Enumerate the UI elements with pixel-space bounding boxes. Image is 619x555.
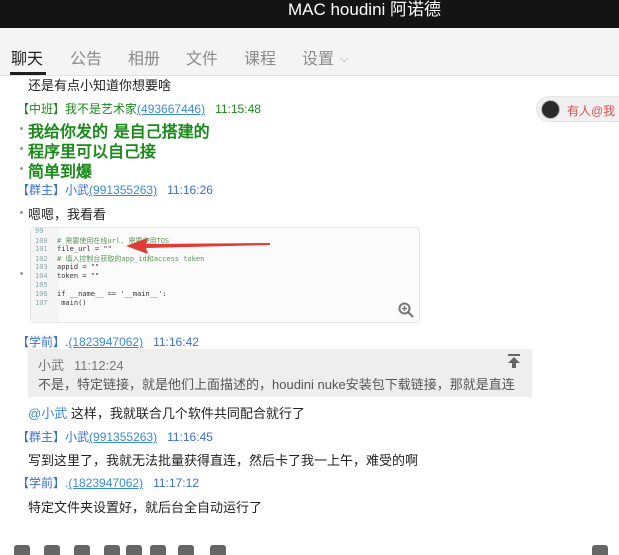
code-line: 99 — [35, 227, 44, 235]
active-tab-indicator — [10, 72, 46, 75]
more-icon[interactable] — [210, 545, 226, 555]
message-time: 11:15:48 — [215, 102, 261, 116]
title-bar: MAC houdini 阿诺德 — [0, 0, 619, 28]
message-text: 写到这里了，我就无法批量获得直连，然后卡了我一上午，难受的啊 — [28, 453, 419, 468]
bullet-icon — [20, 147, 23, 150]
tab-settings[interactable]: 设置 ⌵ — [302, 45, 348, 69]
code-line: 104 token = "" — [35, 272, 100, 280]
sender-id-link[interactable]: (1823947062) — [68, 476, 143, 490]
input-toolbar — [0, 540, 619, 555]
mention-label: 有人@我 — [567, 104, 616, 118]
message-header: 【群主】小武(991355263) 11:16:26 — [17, 181, 213, 198]
chevron-down-icon: ⌵ — [340, 53, 349, 65]
sender-id-link[interactable]: (1823947062) — [68, 335, 143, 349]
sender-name[interactable]: 小武 — [65, 430, 89, 444]
bullet-icon — [20, 127, 23, 130]
red-arrow-annotation — [126, 238, 270, 254]
sender-id-link[interactable]: (493667446) — [137, 102, 205, 116]
sender-id-link[interactable]: (991355263) — [89, 430, 157, 444]
image-icon[interactable] — [126, 545, 142, 555]
history-icon[interactable] — [592, 545, 608, 555]
scissors-icon[interactable] — [74, 545, 90, 555]
message-text: 嗯嗯，我看看 — [28, 207, 107, 222]
sender-role: 【学前】 — [17, 335, 66, 349]
message-text: 还是有点小知道你想要啥 — [28, 78, 172, 93]
quote-header: 小武 11:12:24 — [38, 355, 124, 374]
gift-icon[interactable] — [150, 545, 166, 555]
message-header: 【学前】.(1823947062) 11:17:12 — [17, 474, 199, 491]
mention-link[interactable]: @小武 — [28, 406, 67, 421]
sender-role: 【学前】 — [17, 476, 66, 490]
window-title: MAC houdini 阿诺德 — [287, 0, 442, 19]
avatar — [541, 100, 560, 119]
sender-role: 【中班】 — [17, 102, 66, 116]
code-line: 101 file_url = "" — [35, 245, 112, 253]
tab-chat[interactable]: 聊天 — [11, 45, 43, 69]
sender-name[interactable]: 我不是艺术家 — [65, 102, 137, 116]
message-text: @小武 这样，我就联合几个软件共同配合就行了 — [28, 406, 305, 421]
code-line: 106 if __name__ == '__main__': — [35, 290, 167, 298]
chart-icon[interactable] — [178, 545, 194, 555]
tab-bar: 聊天 公告 相册 文件 课程 设置 ⌵ — [0, 28, 619, 76]
scroll-to-top-icon[interactable] — [506, 353, 522, 369]
quote-time: 11:12:24 — [74, 358, 124, 373]
message-header: 【群主】小武(991355263) 11:16:45 — [17, 428, 213, 445]
bullet-icon — [20, 167, 23, 170]
chat-area[interactable]: 还是有点小知道你想要啥 有人@我 【中班】我不是艺术家(493667446) 11… — [0, 76, 619, 552]
quoted-message[interactable]: 小武 11:12:24 不是，特定链接，就是他们上面描述的，houdini nuk… — [28, 349, 532, 397]
code-line: 105 — [35, 281, 48, 289]
sender-id-link[interactable]: (991355263) — [89, 183, 157, 197]
message-time: 11:17:12 — [153, 476, 199, 490]
tab-album[interactable]: 相册 — [128, 45, 160, 69]
bullet-icon — [20, 211, 23, 214]
tab-courses[interactable]: 课程 — [244, 45, 276, 69]
zoom-in-icon[interactable] — [398, 302, 414, 318]
message-text: 特定文件夹设置好，就后台全自动运行了 — [28, 500, 263, 515]
tab-settings-label: 设置 — [302, 51, 335, 68]
quote-sender: 小武 — [38, 358, 65, 373]
code-line: 107 main() — [35, 299, 87, 307]
sender-name[interactable]: 小武 — [65, 183, 89, 197]
tab-files[interactable]: 文件 — [186, 45, 218, 69]
sender-role: 【群主】 — [17, 183, 66, 197]
message-header: 【中班】我不是艺术家(493667446) 11:15:48 — [17, 100, 261, 117]
gif-icon[interactable] — [44, 545, 60, 555]
folder-icon[interactable] — [104, 545, 120, 555]
message-time: 11:16:45 — [167, 430, 213, 444]
message-header: 【学前】.(1823947062) 11:16:42 — [17, 333, 199, 350]
sender-role: 【群主】 — [17, 430, 66, 444]
quote-text: 不是，特定链接，就是他们上面描述的，houdini nuke安装包下载链接，那就… — [38, 377, 515, 392]
tab-announcement[interactable]: 公告 — [70, 45, 102, 69]
bullet-icon — [20, 272, 23, 275]
mention-badge[interactable]: 有人@我 — [536, 96, 619, 122]
message-time: 11:16:26 — [167, 183, 213, 197]
emoji-icon[interactable] — [14, 545, 30, 555]
message-time: 11:16:42 — [153, 335, 199, 349]
code-line: 103 appid = "" — [35, 263, 100, 271]
message-text: 简单到爆 — [28, 162, 93, 181]
code-screenshot-image[interactable]: 99 100 # 需要使用在线url, 需要使用TOS 101 file_url =… — [30, 227, 420, 323]
